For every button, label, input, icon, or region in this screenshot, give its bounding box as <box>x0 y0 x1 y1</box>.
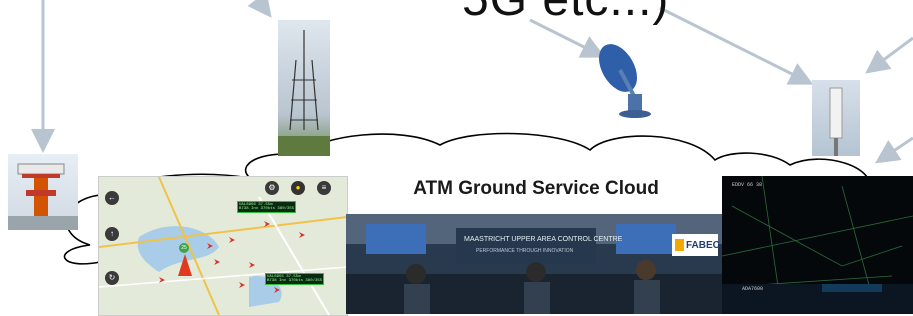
cell-tower-image <box>278 20 330 156</box>
radar-top-label: EDDV 66 38 <box>732 182 763 188</box>
radar-screen-photo: EDDV 66 38 ADA7600 <box>722 176 913 314</box>
ops-subsign: PERFORMANCE THROUGH INNOVATION <box>476 248 574 254</box>
map-badge: 25 <box>179 243 189 253</box>
back-button[interactable]: ← <box>105 191 119 205</box>
satellite-dish-image <box>599 44 651 118</box>
refresh-button[interactable]: ↻ <box>105 271 119 285</box>
fabec-logo: FABEC <box>672 234 720 256</box>
settings-icon[interactable]: ⚙ <box>265 181 279 195</box>
alert-icon[interactable]: ● <box>291 181 305 195</box>
menu-icon[interactable]: ≡ <box>317 181 331 195</box>
antenna-image <box>812 80 860 156</box>
control-centre-photo: MAASTRICHT UPPER AREA CONTROL CENTRE PER… <box>346 214 722 314</box>
flight-info-box: UAL8955 37.55m B738 Inv 370kts 380/355 <box>265 273 325 285</box>
radar-bottom-label: ADA7600 <box>742 286 764 292</box>
flight-map-screenshot: ← ↑ ↻ ⚙ ● ≡ UAL8956 37.55m B738 Inv 370kt… <box>98 176 348 316</box>
cloud-label: ATM Ground Service Cloud <box>413 178 659 199</box>
flight-info-box: UAL8956 37.55m B738 Inv 370kts 380/355 <box>237 201 297 213</box>
ops-sign: MAASTRICHT UPPER AREA CONTROL CENTRE <box>464 236 623 243</box>
radar-tower-image <box>8 154 78 230</box>
upload-button[interactable]: ↑ <box>105 227 119 241</box>
